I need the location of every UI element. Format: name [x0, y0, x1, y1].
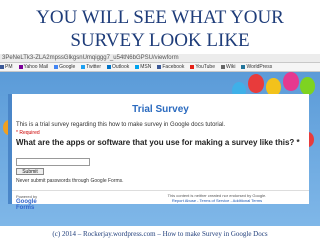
- password-note: Never submit passwords through Google Fo…: [16, 178, 124, 184]
- form-card: Trial Survey This is a trial survey rega…: [8, 94, 309, 211]
- bookmark-item[interactable]: MSN: [135, 63, 151, 71]
- bookmark-item[interactable]: PM: [0, 63, 13, 71]
- slide-caption: (c) 2014 – Rockerjay.wordpress.com – How…: [52, 230, 268, 238]
- address-bar[interactable]: 3PeNeLTk3-ZLA2mpssGlkgsnUmqiggg7_u54tN6b…: [0, 54, 320, 63]
- footer-text: This content is neither created nor endo…: [132, 193, 302, 203]
- bookmark-item[interactable]: WorldPress: [241, 63, 272, 71]
- bookmark-label: Google: [59, 64, 76, 70]
- bookmark-item[interactable]: Wiki: [221, 63, 235, 71]
- slide-title: YOU WILL SEE WHAT YOUR SURVEY LOOK LIKE: [0, 6, 320, 52]
- powered-by: Powered by Google Forms: [16, 194, 56, 211]
- bookmarks-bar: PM Yahoo Mail Google Twitter Outlook MSN Faceb…: [0, 63, 320, 72]
- wiki-icon: [221, 64, 225, 69]
- facebook-icon: [157, 64, 162, 69]
- youtube-icon: [190, 64, 195, 69]
- bookmark-label: YouTube: [195, 64, 215, 70]
- bookmark-label: Yahoo Mail: [23, 64, 49, 70]
- yahoo-icon: [18, 64, 23, 69]
- bookmark-item[interactable]: Google: [54, 63, 75, 71]
- answer-input[interactable]: [16, 158, 90, 166]
- form-description: This is a trial survey regarding this ho…: [16, 122, 226, 128]
- bookmark-label: PM: [5, 64, 13, 70]
- balloon-icon: [283, 72, 299, 91]
- question-label: What are the apps or software that you u…: [16, 138, 300, 147]
- google-icon: [54, 64, 59, 69]
- slide-title-line2: SURVEY LOOK LIKE: [70, 30, 250, 51]
- google-forms-logo[interactable]: Google Forms: [16, 199, 56, 211]
- bookmark-label: Outlook: [112, 64, 130, 70]
- bookmark-item[interactable]: Yahoo Mail: [18, 63, 49, 71]
- required-note: * Required: [16, 130, 40, 136]
- form-background: Trial Survey This is a trial survey rega…: [0, 72, 320, 226]
- bookmark-item[interactable]: Outlook: [107, 63, 129, 71]
- bookmark-icon: [0, 64, 4, 69]
- bookmark-label: WorldPress: [246, 64, 273, 70]
- wordpress-icon: [241, 64, 246, 69]
- form-title: Trial Survey: [132, 104, 189, 115]
- submit-button[interactable]: Submit: [16, 168, 44, 175]
- form-footer: Powered by Google Forms This content is …: [12, 190, 309, 211]
- twitter-icon: [81, 64, 86, 69]
- bookmark-label: Twitter: [86, 64, 102, 70]
- bookmark-label: Facebook: [162, 64, 185, 70]
- footer-links[interactable]: Report Abuse - Terms of Service - Additi…: [132, 198, 302, 203]
- browser-screenshot: 3PeNeLTk3-ZLA2mpssGlkgsnUmqiggg7_u54tN6b…: [0, 54, 320, 226]
- bookmark-label: MSN: [140, 64, 152, 70]
- balloon-icon: [300, 77, 315, 95]
- balloon-icon: [248, 74, 264, 93]
- bookmark-label: Wiki: [226, 64, 236, 70]
- bookmark-item[interactable]: Facebook: [157, 63, 184, 71]
- bookmark-item[interactable]: Twitter: [81, 63, 101, 71]
- bookmark-item[interactable]: YouTube: [190, 63, 215, 71]
- msn-icon: [135, 64, 140, 69]
- outlook-icon: [107, 64, 112, 69]
- slide-title-line1: YOU WILL SEE WHAT YOUR: [36, 7, 284, 28]
